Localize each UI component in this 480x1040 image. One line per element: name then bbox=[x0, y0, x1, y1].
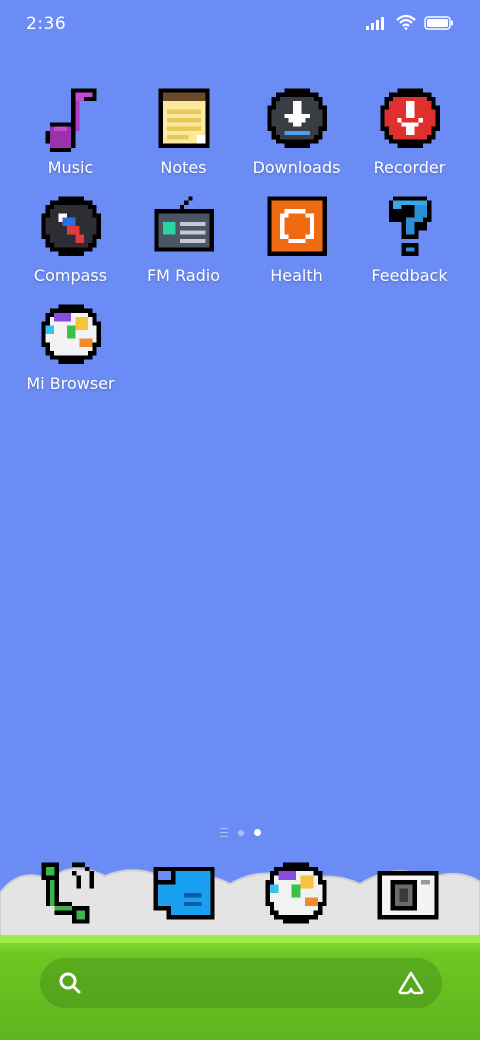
camera-icon bbox=[377, 871, 439, 920]
app-feedback[interactable]: Feedback bbox=[353, 192, 466, 285]
battery-icon bbox=[424, 15, 453, 30]
status-time: 2:36 bbox=[26, 14, 67, 34]
app-downloads[interactable]: Downloads bbox=[240, 84, 353, 177]
health-ring-icon bbox=[266, 196, 327, 256]
app-label: FM Radio bbox=[146, 266, 221, 285]
app-health[interactable]: Health bbox=[240, 192, 353, 285]
status-bar: 2:36 bbox=[0, 0, 480, 50]
question-mark-icon bbox=[388, 196, 431, 256]
app-label: Compass bbox=[33, 266, 108, 285]
compass-icon bbox=[40, 196, 101, 256]
app-compass[interactable]: Compass bbox=[14, 192, 127, 285]
phone-icon bbox=[41, 862, 94, 924]
app-label: Notes bbox=[160, 158, 207, 177]
page-dot-current[interactable] bbox=[253, 829, 261, 836]
radio-icon bbox=[153, 196, 214, 252]
status-icons bbox=[366, 15, 454, 30]
dock-browser[interactable] bbox=[261, 858, 331, 928]
download-icon bbox=[266, 88, 327, 148]
music-note-icon bbox=[45, 88, 96, 152]
dock-messages[interactable] bbox=[149, 858, 219, 928]
browser-globe-icon bbox=[40, 304, 101, 364]
signal-icon bbox=[366, 16, 384, 30]
browser-icon bbox=[265, 862, 327, 924]
page-dot[interactable] bbox=[237, 829, 244, 836]
app-label: Mi Browser bbox=[26, 374, 115, 393]
dock bbox=[0, 858, 480, 928]
dock-phone[interactable] bbox=[37, 858, 107, 928]
notepad-icon bbox=[158, 88, 209, 148]
microphone-icon bbox=[379, 88, 440, 148]
app-label: Health bbox=[270, 266, 323, 285]
app-label: Recorder bbox=[373, 158, 446, 177]
app-mi-browser[interactable]: Mi Browser bbox=[14, 300, 127, 393]
app-fm-radio[interactable]: FM Radio bbox=[127, 192, 240, 285]
assistant-icon[interactable] bbox=[398, 971, 424, 995]
app-music[interactable]: Music bbox=[14, 84, 127, 177]
page-dot-feed[interactable] bbox=[219, 828, 228, 837]
search-icon[interactable] bbox=[58, 971, 82, 995]
page-indicator[interactable] bbox=[0, 828, 480, 837]
app-label: Feedback bbox=[371, 266, 448, 285]
search-bar[interactable] bbox=[40, 958, 442, 1008]
wifi-icon bbox=[396, 15, 416, 30]
app-recorder[interactable]: Recorder bbox=[353, 84, 466, 177]
messages-icon bbox=[153, 866, 215, 920]
dock-camera[interactable] bbox=[373, 858, 443, 928]
app-label: Downloads bbox=[252, 158, 341, 177]
app-notes[interactable]: Notes bbox=[127, 84, 240, 177]
app-label: Music bbox=[47, 158, 94, 177]
app-grid: Music Notes Downloads Recorder Compass F… bbox=[14, 84, 466, 393]
